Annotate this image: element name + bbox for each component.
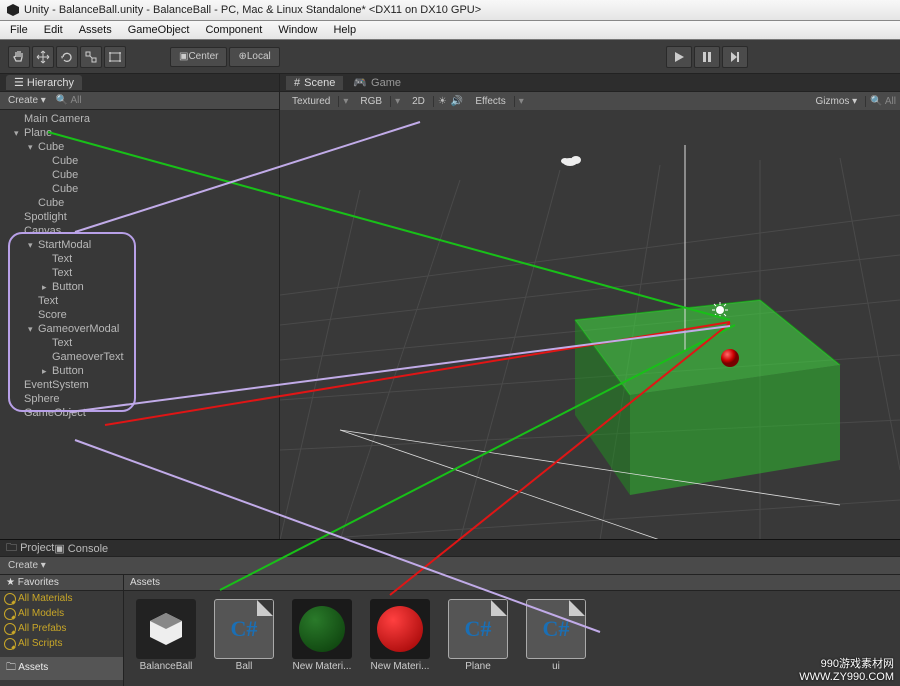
hierarchy-item[interactable]: Canvas <box>0 224 279 238</box>
light-toggle[interactable]: ☀ <box>438 96 447 107</box>
hierarchy-item[interactable]: Score <box>0 308 279 322</box>
window-title: Unity - BalanceBall.unity - BalanceBall … <box>24 4 481 16</box>
hierarchy-item[interactable]: ▸Button <box>0 280 279 294</box>
hierarchy-tab-label: Hierarchy <box>27 77 74 89</box>
move-tool[interactable] <box>32 46 54 68</box>
hierarchy-item[interactable]: Cube <box>0 168 279 182</box>
hierarchy-panel: ☰ Hierarchy Create ▾ 🔍 All Main Camera▾P… <box>0 74 280 539</box>
unity-app-icon <box>6 3 20 17</box>
watermark-line1: 990游戏素材网 <box>799 658 894 671</box>
menu-assets[interactable]: Assets <box>71 22 120 38</box>
hierarchy-item[interactable]: Spotlight <box>0 210 279 224</box>
hierarchy-item[interactable]: ▸Button <box>0 364 279 378</box>
hierarchy-item[interactable]: ▾GameoverModal <box>0 322 279 336</box>
main-toolbar: ▣ Center ⊕ Local <box>0 40 900 74</box>
project-panel: 🗀 Project ▣ Console Create ▾ ★ Favorites… <box>0 539 900 686</box>
rect-tool[interactable] <box>104 46 126 68</box>
space-toggle[interactable]: ⊕ Local <box>229 47 279 67</box>
hierarchy-item[interactable]: Text <box>0 266 279 280</box>
assets-header: Assets <box>124 575 900 591</box>
project-tab[interactable]: 🗀 Project <box>6 539 54 558</box>
hierarchy-item[interactable]: Cube <box>0 154 279 168</box>
pivot-label: Center <box>188 51 218 62</box>
menu-help[interactable]: Help <box>325 22 364 38</box>
step-button[interactable] <box>722 46 748 68</box>
assets-folder-label: Assets <box>18 662 48 673</box>
hierarchy-search-text: All <box>71 95 82 106</box>
effects-dropdown[interactable]: Effects <box>467 96 514 107</box>
scene-panel: # Scene 🎮 Game Textured▾ RGB▾ 2D ☀ 🔊 Eff… <box>280 74 900 539</box>
favorites-header: ★ Favorites <box>0 575 123 591</box>
play-button[interactable] <box>666 46 692 68</box>
menu-file[interactable]: File <box>2 22 36 38</box>
asset-item[interactable]: C#Ball <box>210 599 278 672</box>
hierarchy-item[interactable]: ▾Cube <box>0 140 279 154</box>
hierarchy-create[interactable]: Create ▾ <box>4 95 50 106</box>
gizmos-dropdown[interactable]: Gizmos ▾ <box>807 96 866 107</box>
console-tab[interactable]: ▣ Console <box>54 542 108 555</box>
console-tab-label: Console <box>68 543 108 555</box>
menu-bar: File Edit Assets GameObject Component Wi… <box>0 21 900 40</box>
audio-toggle[interactable]: 🔊 <box>451 96 463 107</box>
hierarchy-item[interactable]: GameObject <box>0 406 279 420</box>
assets-folder[interactable]: 🗀 Assets <box>0 657 123 680</box>
rotate-tool[interactable] <box>56 46 78 68</box>
scene-search-text: All <box>885 96 896 107</box>
favorite-item[interactable]: All Materials <box>0 591 123 606</box>
render-dropdown[interactable]: RGB <box>352 96 391 107</box>
hierarchy-item[interactable]: ▾Plane <box>0 126 279 140</box>
asset-grid[interactable]: BalanceBallC#BallNew Materi...New Materi… <box>124 591 900 680</box>
favorite-item[interactable]: All Models <box>0 606 123 621</box>
game-tab[interactable]: 🎮 Game <box>345 75 409 90</box>
asset-item[interactable]: New Materi... <box>288 599 356 672</box>
scene-view[interactable] <box>280 110 900 539</box>
hand-tool[interactable] <box>8 46 30 68</box>
favorite-item[interactable]: All Prefabs <box>0 621 123 636</box>
menu-component[interactable]: Component <box>197 22 270 38</box>
hierarchy-item[interactable]: GameoverText <box>0 350 279 364</box>
hierarchy-item[interactable]: Text <box>0 252 279 266</box>
asset-item[interactable]: New Materi... <box>366 599 434 672</box>
pivot-toggle[interactable]: ▣ Center <box>170 47 227 67</box>
hierarchy-tree[interactable]: Main Camera▾Plane▾CubeCubeCubeCubeCubeSp… <box>0 110 279 539</box>
hierarchy-item[interactable]: Sphere <box>0 392 279 406</box>
watermark-line2: WWW.ZY990.COM <box>799 671 894 684</box>
hierarchy-item[interactable]: Cube <box>0 196 279 210</box>
menu-edit[interactable]: Edit <box>36 22 71 38</box>
menu-window[interactable]: Window <box>270 22 325 38</box>
asset-item[interactable]: C#Plane <box>444 599 512 672</box>
game-tab-label: Game <box>371 77 401 89</box>
hierarchy-item[interactable]: ▾StartModal <box>0 238 279 252</box>
scene-search[interactable]: 🔍 All <box>870 96 896 107</box>
space-label: Local <box>247 51 271 62</box>
asset-item[interactable]: C#ui <box>522 599 590 672</box>
hierarchy-item[interactable]: EventSystem <box>0 378 279 392</box>
transform-tools <box>8 46 126 68</box>
hierarchy-item[interactable]: Cube <box>0 182 279 196</box>
hierarchy-item[interactable]: Text <box>0 336 279 350</box>
asset-item[interactable]: BalanceBall <box>132 599 200 672</box>
hierarchy-search[interactable]: 🔍 All <box>56 95 275 106</box>
project-tab-label: Project <box>20 542 54 554</box>
project-create[interactable]: Create ▾ <box>4 560 50 571</box>
hierarchy-item[interactable]: Main Camera <box>0 112 279 126</box>
2d-toggle[interactable]: 2D <box>404 96 434 107</box>
project-sidebar: ★ Favorites All MaterialsAll ModelsAll P… <box>0 575 124 686</box>
watermark: 990游戏素材网 WWW.ZY990.COM <box>799 658 894 684</box>
favorites-label: Favorites <box>18 577 59 588</box>
scene-tab-label: Scene <box>304 77 335 89</box>
pause-button[interactable] <box>694 46 720 68</box>
favorite-item[interactable]: All Scripts <box>0 636 123 651</box>
scene-tab[interactable]: # Scene <box>286 76 343 90</box>
hierarchy-tab[interactable]: ☰ Hierarchy <box>6 75 82 90</box>
shading-dropdown[interactable]: Textured <box>284 96 339 107</box>
scale-tool[interactable] <box>80 46 102 68</box>
play-controls <box>666 46 748 68</box>
menu-gameobject[interactable]: GameObject <box>120 22 198 38</box>
title-bar: Unity - BalanceBall.unity - BalanceBall … <box>0 0 900 21</box>
hierarchy-item[interactable]: Text <box>0 294 279 308</box>
